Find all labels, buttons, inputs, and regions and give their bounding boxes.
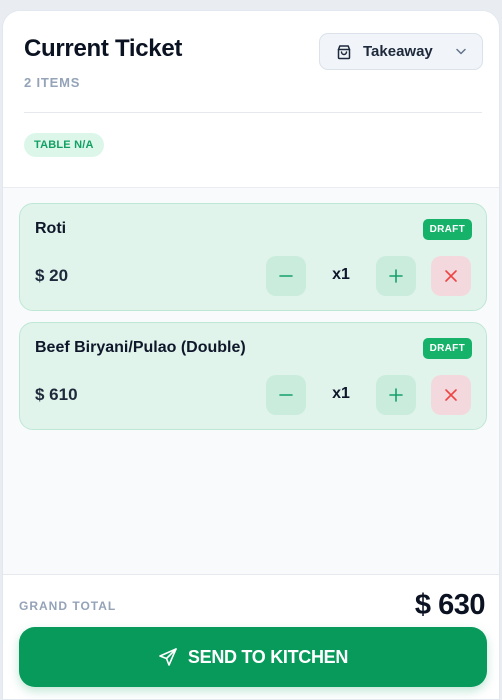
- remove-item-button[interactable]: [431, 256, 471, 296]
- send-to-kitchen-label: SEND TO KITCHEN: [187, 646, 349, 667]
- status-badge: DRAFT: [422, 338, 472, 359]
- minus-icon: [279, 394, 293, 396]
- grand-total-label: GRAND TOTAL: [19, 599, 117, 613]
- ticket-footer: GRAND TOTAL $ 630 SEND TO KITCHEN: [3, 574, 499, 699]
- close-icon: [445, 389, 457, 401]
- order-type-dropdown[interactable]: Takeaway: [319, 33, 483, 70]
- header-divider: [24, 112, 482, 113]
- table-badge: TABLE N/A: [24, 133, 104, 157]
- item-price: $ 20: [35, 266, 69, 285]
- ticket-header: Current Ticket 2 ITEMS Takeaway TABLE N/…: [3, 11, 499, 188]
- ticket-panel: Current Ticket 2 ITEMS Takeaway TABLE N/…: [2, 10, 500, 700]
- send-icon: [159, 648, 177, 666]
- ticket-item-card: Roti DRAFT $ 20 x1: [19, 203, 487, 311]
- chevron-down-icon: [456, 48, 466, 55]
- increase-quantity-button[interactable]: [376, 375, 416, 415]
- plus-icon: [389, 269, 403, 283]
- grand-total-value: $ 630: [414, 589, 486, 621]
- item-name: Roti: [35, 220, 67, 237]
- item-quantity: x1: [332, 266, 350, 283]
- remove-item-button[interactable]: [431, 375, 471, 415]
- status-badge: DRAFT: [422, 219, 472, 240]
- decrease-quantity-button[interactable]: [266, 256, 306, 296]
- decrease-quantity-button[interactable]: [266, 375, 306, 415]
- shopping-bag-icon: [337, 44, 351, 59]
- plus-icon: [389, 388, 403, 402]
- minus-icon: [279, 275, 293, 277]
- order-type-label: Takeaway: [363, 43, 433, 60]
- page-title: Current Ticket: [24, 35, 183, 62]
- item-quantity: x1: [332, 385, 350, 402]
- item-price: $ 610: [35, 385, 78, 404]
- close-icon: [445, 270, 457, 282]
- item-count: 2 ITEMS: [24, 75, 81, 90]
- item-name: Beef Biryani/Pulao (Double): [35, 339, 246, 356]
- send-to-kitchen-button[interactable]: SEND TO KITCHEN: [19, 627, 487, 687]
- ticket-item-card: Beef Biryani/Pulao (Double) DRAFT $ 610 …: [19, 322, 487, 430]
- increase-quantity-button[interactable]: [376, 256, 416, 296]
